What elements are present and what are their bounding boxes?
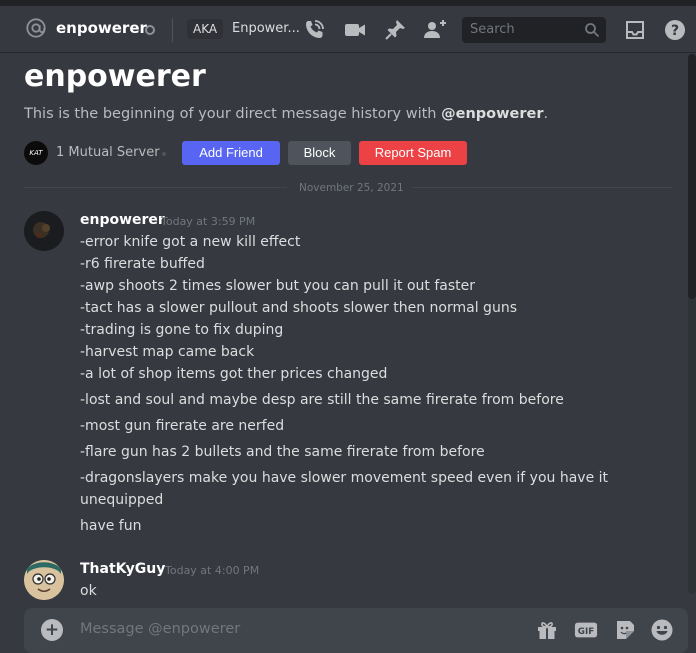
gif-label: GIF: [578, 627, 594, 637]
video-icon[interactable]: [343, 18, 367, 42]
avatar[interactable]: [24, 211, 64, 251]
intro-text: This is the beginning of your direct mes…: [24, 106, 442, 122]
date-divider-line: [24, 187, 287, 188]
separator-dot: [162, 152, 166, 156]
add-friend-button[interactable]: Add Friend: [182, 141, 280, 165]
search-icon: [585, 23, 600, 38]
dm-intro: This is the beginning of your direct mes…: [24, 106, 548, 122]
header-divider: [172, 18, 173, 42]
report-spam-button[interactable]: Report Spam: [359, 141, 467, 165]
sticker-icon[interactable]: [613, 618, 637, 642]
message-line: -r6 firerate buffed: [80, 256, 205, 272]
inbox-icon[interactable]: [623, 18, 647, 42]
message-input[interactable]: Message @enpowerer: [80, 621, 240, 637]
svg-text:?: ?: [671, 23, 679, 39]
at-icon: [26, 18, 46, 38]
add-friend-icon[interactable]: [423, 18, 447, 42]
header-username[interactable]: enpowerer: [56, 19, 147, 37]
date-divider-line: [412, 187, 672, 188]
channel-header: enpowerer AKA Enpower... Search ?: [0, 6, 696, 53]
search-box[interactable]: Search: [462, 17, 606, 43]
message-line: ok: [80, 583, 97, 599]
message-timestamp: Today at 4:00 PM: [165, 564, 260, 577]
scrollbar-thumb[interactable]: [688, 54, 696, 299]
message-line: -most gun firerate are nerfed: [80, 418, 285, 434]
message-line: -a lot of shop items got ther prices cha…: [80, 366, 388, 382]
avatar-image: [24, 560, 64, 600]
message-line: -awp shoots 2 times slower but you can p…: [80, 278, 476, 294]
block-button[interactable]: Block: [288, 141, 351, 165]
avatar[interactable]: [24, 560, 64, 600]
message-line: -flare gun has 2 bullets and the same fi…: [80, 444, 485, 460]
message-author[interactable]: ThatKyGuy: [80, 561, 165, 577]
help-icon[interactable]: ?: [663, 18, 687, 42]
message-composer[interactable]: + Message @enpowerer GIF: [24, 608, 688, 653]
status-icon: [145, 25, 155, 35]
message-line: unequipped: [80, 492, 164, 508]
intro-handle: @enpowerer: [441, 106, 544, 122]
message-timestamp: Today at 3:59 PM: [161, 215, 256, 228]
emoji-icon[interactable]: [650, 618, 674, 642]
aka-badge: AKA: [187, 19, 224, 39]
message-line: -lost and soul and maybe desp are still …: [80, 392, 564, 408]
pin-icon[interactable]: [383, 18, 407, 42]
mutual-server-avatar[interactable]: KAT: [24, 141, 48, 165]
plus-icon[interactable]: +: [41, 619, 63, 641]
message-line: -trading is gone to fix duping: [80, 322, 284, 338]
message-line: have fun: [80, 518, 142, 534]
message-line: -tact has a slower pullout and shoots sl…: [80, 300, 517, 316]
message-author[interactable]: enpowerer: [80, 212, 165, 228]
dm-title: enpowerer: [24, 59, 206, 94]
avatar-image: [24, 211, 64, 251]
mutual-servers-link[interactable]: 1 Mutual Server: [56, 145, 160, 160]
message-line: -harvest map came back: [80, 344, 255, 360]
plus-glyph: +: [44, 620, 60, 640]
call-icon[interactable]: [302, 18, 326, 42]
gift-icon[interactable]: [535, 618, 559, 642]
search-placeholder: Search: [470, 22, 515, 37]
date-divider: November 25, 2021: [299, 182, 404, 194]
header-nickname[interactable]: Enpower...: [232, 21, 300, 36]
intro-suffix: .: [543, 106, 549, 122]
gif-icon[interactable]: GIF: [574, 618, 598, 642]
message-line: -error knife got a new kill effect: [80, 234, 301, 250]
message-line: -dragonslayers make you have slower move…: [80, 470, 609, 486]
